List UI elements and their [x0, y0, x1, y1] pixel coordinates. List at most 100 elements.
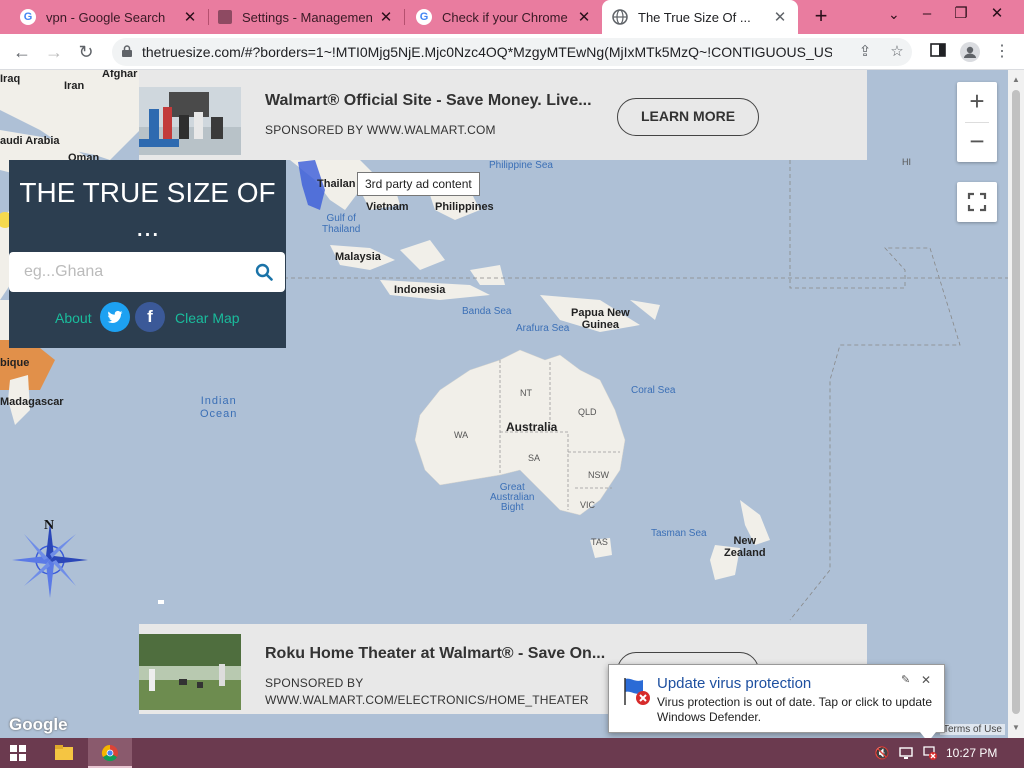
close-tab-icon[interactable]: ✕ — [772, 8, 788, 26]
twitter-icon[interactable] — [100, 302, 130, 332]
label-great-australian-bight: Great Australian Bight — [490, 482, 535, 513]
country-search-box — [9, 252, 285, 292]
settings-page-icon — [218, 10, 232, 24]
menu-kebab-icon[interactable]: ⋮ — [992, 42, 1012, 62]
label-tasman-sea: Tasman Sea — [651, 528, 707, 539]
clock[interactable]: 10:27 PM — [946, 746, 997, 760]
google-icon: G — [20, 9, 36, 25]
ad-image[interactable] — [139, 70, 241, 160]
top-ad-banner[interactable]: Walmart® Official Site - Save Money. Liv… — [139, 70, 867, 160]
label-afghanistan: Afghar — [102, 70, 138, 80]
compass-rose-icon: N — [10, 518, 90, 600]
tab-check-chrome[interactable]: G Check if your Chrome br ✕ — [406, 0, 602, 34]
tab-title: Settings - Management — [242, 9, 372, 25]
about-link[interactable]: About — [55, 310, 92, 326]
ad-sponsor: SPONSORED BY WWW.WALMART.COM — [265, 123, 496, 137]
terms-of-use-link[interactable]: Terms of Use — [940, 724, 1005, 735]
close-notification-icon[interactable]: ✕ — [921, 673, 931, 687]
close-window-button[interactable]: ✕ — [980, 0, 1014, 30]
label-papua-new-guinea: Papua New Guinea — [571, 307, 630, 331]
chrome-taskbar-button[interactable] — [88, 738, 132, 768]
minimize-button[interactable]: – — [910, 0, 944, 30]
bookmark-star-icon[interactable]: ☆ — [888, 43, 906, 61]
zoom-in-button[interactable]: + — [957, 82, 997, 122]
folder-icon — [55, 745, 73, 760]
volume-muted-icon[interactable]: 🔇 — [874, 745, 890, 761]
tab-strip: G vpn - Google Search ✕ Settings - Manag… — [0, 0, 1024, 34]
label-nsw: NSW — [588, 470, 609, 480]
ad-sponsor: SPONSORED BY — [265, 676, 364, 690]
scroll-down-arrow-icon[interactable]: ▼ — [1008, 720, 1024, 736]
tab-title: vpn - Google Search — [46, 9, 166, 25]
label-indian-ocean: Indian Ocean — [200, 395, 238, 420]
tab-google-search[interactable]: G vpn - Google Search ✕ — [10, 0, 208, 34]
close-tab-icon[interactable]: ✕ — [576, 8, 592, 26]
label-gulf-of-thailand: Gulf of Thailand — [322, 213, 361, 235]
file-explorer-button[interactable] — [42, 738, 86, 768]
scroll-up-arrow-icon[interactable]: ▲ — [1008, 72, 1024, 88]
share-icon[interactable]: ⇪ — [856, 43, 874, 61]
close-tab-icon[interactable]: ✕ — [378, 8, 394, 26]
scroll-thumb[interactable] — [1012, 90, 1020, 714]
address-bar[interactable]: thetruesize.com/#?borders=1~!MTI0Mjg5NjE… — [112, 38, 912, 66]
notification-title: Update virus protection — [657, 675, 812, 692]
label-sa: SA — [528, 453, 541, 463]
ad-image[interactable] — [139, 624, 241, 714]
ad-headline[interactable]: Walmart® Official Site - Save Money. Liv… — [265, 92, 592, 110]
zoom-control: + − — [957, 82, 997, 162]
compass-north-label: N — [44, 518, 55, 533]
tab-search-chevron-icon[interactable]: ⌄ — [888, 6, 900, 23]
pin-icon[interactable]: ✎ — [901, 673, 910, 686]
label-iraq: Iraq — [0, 73, 21, 85]
profile-avatar-icon[interactable] — [960, 42, 980, 62]
label-malaysia: Malaysia — [335, 251, 381, 263]
page-scrollbar[interactable]: ▲ ▼ — [1008, 70, 1024, 738]
restore-button[interactable]: ❐ — [944, 0, 978, 30]
fullscreen-icon — [967, 192, 987, 212]
country-search-input[interactable] — [9, 252, 249, 292]
fullscreen-button[interactable] — [957, 182, 997, 222]
label-coral-sea: Coral Sea — [631, 385, 676, 396]
ad-sponsor-url: WWW.WALMART.COM/ELECTRONICS/HOME_THEATER — [265, 693, 589, 707]
clear-map-link[interactable]: Clear Map — [175, 310, 240, 326]
forward-button[interactable]: → — [42, 40, 66, 64]
label-vic: VIC — [580, 500, 596, 510]
close-tab-icon[interactable]: ✕ — [182, 8, 198, 26]
label-mozambique: bique — [0, 357, 30, 369]
label-banda-sea: Banda Sea — [462, 306, 512, 317]
facebook-icon[interactable]: f — [135, 302, 165, 332]
new-tab-button[interactable]: + — [808, 5, 834, 29]
tab-true-size[interactable]: The True Size Of ... ✕ — [602, 0, 798, 34]
url-text[interactable]: thetruesize.com/#?borders=1~!MTI0Mjg5NjE… — [142, 44, 832, 60]
panel-links: About f Clear Map — [9, 302, 286, 334]
ad-headline[interactable]: Roku Home Theater at Walmart® - Save On.… — [265, 645, 605, 663]
reload-button[interactable]: ↻ — [74, 40, 98, 64]
label-nt: NT — [520, 388, 532, 398]
virus-protection-notification[interactable]: Update virus protection Virus protection… — [608, 664, 945, 733]
windows-start-icon[interactable] — [10, 745, 26, 761]
back-button[interactable]: ← — [10, 40, 34, 64]
notification-body: Virus protection is out of date. Tap or … — [657, 695, 933, 724]
google-logo: Google — [9, 715, 68, 734]
action-center-alert-icon[interactable] — [922, 745, 938, 761]
label-philippine-sea: Philippine Sea — [489, 160, 553, 171]
defender-flag-icon — [624, 678, 650, 705]
side-panel-icon[interactable] — [928, 42, 948, 62]
windows-taskbar: 🔇 10:27 PM — [0, 738, 1024, 768]
browser-toolbar: ← → ↻ thetruesize.com/#?borders=1~!MTI0M… — [0, 34, 1024, 70]
network-icon[interactable] — [898, 745, 914, 761]
ad-tooltip: 3rd party ad content — [357, 172, 480, 196]
chrome-icon — [101, 744, 118, 762]
label-qld: QLD — [578, 407, 597, 417]
zoom-out-button[interactable]: − — [957, 122, 997, 162]
search-icon[interactable] — [255, 263, 273, 281]
tab-title: The True Size Of ... — [638, 9, 751, 25]
label-australia: Australia — [506, 420, 558, 434]
label-saudi-arabia: audi Arabia — [0, 135, 60, 147]
label-thailand: Thailan — [317, 178, 356, 190]
world-map[interactable]: Iraq Iran Afghar audi Arabia Oman Thaila… — [0, 70, 1008, 738]
learn-more-button[interactable]: LEARN MORE — [617, 98, 759, 136]
label-tas: TAS — [591, 537, 608, 547]
tab-settings-management[interactable]: Settings - Management ✕ — [208, 0, 404, 34]
label-iran: Iran — [64, 80, 85, 92]
